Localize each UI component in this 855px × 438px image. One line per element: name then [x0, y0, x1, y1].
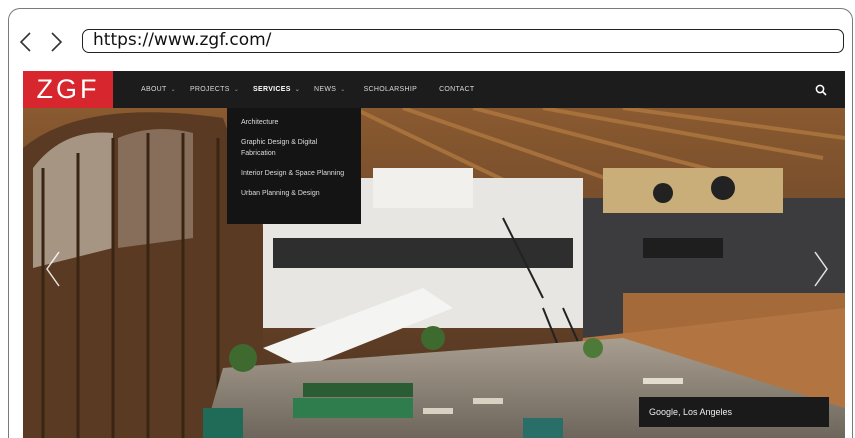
chevron-down-icon: ⌄ [294, 87, 301, 93]
carousel-next-button[interactable] [811, 249, 831, 289]
chevron-left-icon [19, 32, 31, 52]
hero-caption: Google, Los Angeles [639, 397, 829, 427]
menu-item-label: SERVICES [253, 86, 291, 93]
menu-item-projects[interactable]: PROJECTS ⌄ [190, 86, 239, 93]
chevron-down-icon: ⌄ [233, 87, 240, 93]
menu-item-services[interactable]: SERVICES ⌄ [253, 86, 300, 93]
search-icon[interactable] [815, 84, 827, 96]
menu-item-label: CONTACT [439, 86, 475, 93]
menu-item-contact[interactable]: CONTACT [439, 86, 474, 93]
forward-button[interactable] [46, 30, 66, 54]
site-header: ZGF ABOUT ⌄ PROJECTS ⌄ SERVICES ⌄ NEWS ⌄… [23, 71, 845, 108]
hero-image [23, 108, 845, 438]
dropdown-item-graphic-design[interactable]: Graphic Design & Digital Fabrication [241, 137, 347, 159]
services-dropdown: Architecture Graphic Design & Digital Fa… [227, 108, 361, 224]
menu-item-about[interactable]: ABOUT ⌄ [141, 86, 176, 93]
chevron-right-icon [51, 32, 63, 52]
dropdown-item-urban-planning[interactable]: Urban Planning & Design [241, 188, 347, 199]
chevron-down-icon: ⌄ [170, 87, 176, 93]
chevron-left-icon [46, 251, 60, 287]
main-menu: ABOUT ⌄ PROJECTS ⌄ SERVICES ⌄ NEWS ⌄ SCH… [141, 71, 488, 108]
carousel-prev-button[interactable] [43, 249, 63, 289]
dropdown-item-architecture[interactable]: Architecture [241, 117, 347, 128]
page-viewport: ZGF ABOUT ⌄ PROJECTS ⌄ SERVICES ⌄ NEWS ⌄… [23, 71, 845, 438]
menu-item-label: PROJECTS [189, 86, 230, 93]
address-bar[interactable]: https://www.zgf.com/ [82, 29, 844, 53]
back-button[interactable] [16, 30, 36, 54]
dropdown-item-interior-design[interactable]: Interior Design & Space Planning [241, 168, 347, 179]
logo[interactable]: ZGF [23, 71, 113, 108]
menu-item-label: ABOUT [141, 86, 167, 93]
chevron-down-icon: ⌄ [340, 87, 346, 93]
chevron-right-icon [814, 251, 828, 287]
menu-item-label: NEWS [314, 86, 337, 93]
menu-item-label: SCHOLARSHIP [363, 86, 418, 93]
menu-item-scholarship[interactable]: SCHOLARSHIP [364, 86, 417, 93]
menu-item-news[interactable]: NEWS ⌄ [314, 86, 346, 93]
